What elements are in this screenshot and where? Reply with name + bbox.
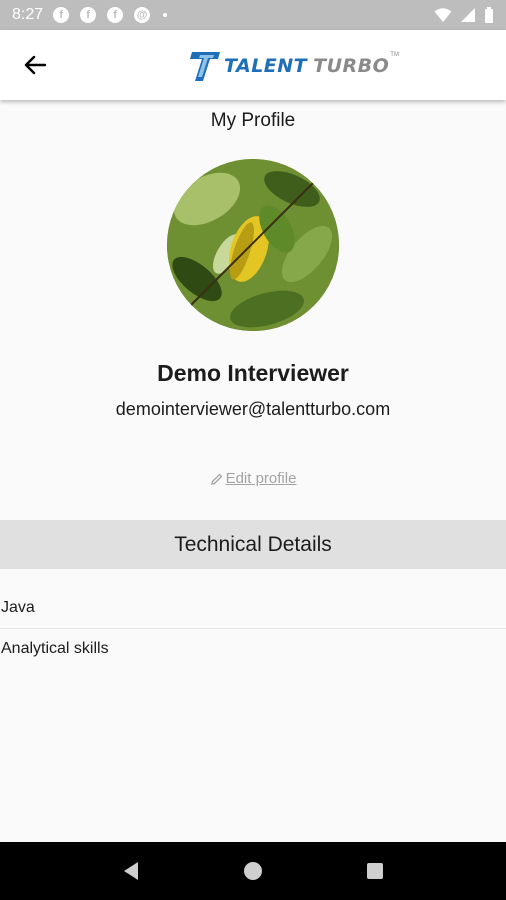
logo-trademark: TM xyxy=(390,52,399,58)
battery-icon xyxy=(485,7,493,23)
wifi-icon xyxy=(434,8,452,22)
recents-square-icon xyxy=(367,863,383,879)
technical-details-header: Technical Details xyxy=(0,520,506,569)
pencil-icon xyxy=(210,473,222,485)
edit-profile-row: Edit profile xyxy=(0,470,506,487)
profile-name: Demo Interviewer xyxy=(157,360,349,386)
talent-turbo-logo: TALENT TURBO TM xyxy=(188,46,399,86)
page-title: My Profile xyxy=(210,110,296,131)
status-bar: 8:27 f f f @ xyxy=(0,0,506,30)
facebook-icon: f xyxy=(80,7,97,23)
logo-text-turbo: TURBO xyxy=(313,55,390,77)
nav-back-button[interactable] xyxy=(111,851,151,891)
back-triangle-icon xyxy=(124,862,138,880)
at-sign-icon: @ xyxy=(134,7,151,23)
list-item: Analytical skills xyxy=(1,640,109,657)
profile-email: demointerviewer@talentturbo.com xyxy=(115,399,391,419)
app-bar: TALENT TURBO TM xyxy=(0,30,506,100)
back-button[interactable] xyxy=(18,48,52,82)
nav-home-button[interactable] xyxy=(233,851,273,891)
signal-icon xyxy=(461,8,475,22)
avatar-photo xyxy=(167,159,339,331)
logo-text-talent: TALENT xyxy=(224,55,308,77)
logo-mark-icon xyxy=(190,52,220,81)
more-notifications-dot xyxy=(163,13,168,17)
edit-profile-link[interactable]: Edit profile xyxy=(210,470,297,487)
avatar[interactable] xyxy=(167,159,339,331)
nav-recents-button[interactable] xyxy=(355,851,395,891)
system-nav-bar xyxy=(0,842,506,900)
list-item: Java xyxy=(0,588,506,629)
status-icons xyxy=(434,7,494,23)
edit-profile-label: Edit profile xyxy=(225,470,297,487)
arrow-left-icon xyxy=(24,55,46,75)
home-circle-icon xyxy=(244,862,262,880)
facebook-icon: f xyxy=(53,7,70,23)
status-time: 8:27 xyxy=(12,6,44,23)
skills-list: Java Analytical skills xyxy=(0,588,506,669)
facebook-icon: f xyxy=(107,7,124,23)
